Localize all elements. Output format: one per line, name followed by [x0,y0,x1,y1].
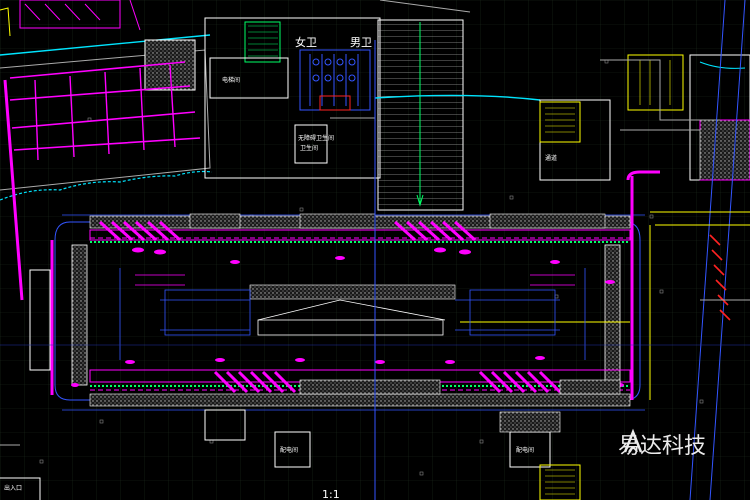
label-room-5: 通道 [545,154,557,162]
label-corner: 出入口 [4,484,22,492]
yida-logo-icon [623,428,643,453]
label-scale: 1:1 [322,488,340,500]
label-room-4: 配电间 [280,446,298,454]
watermark: 易达科技 [618,428,706,460]
main-stair [377,0,471,211]
label-women-wc: 女卫 [295,35,317,49]
label-men-wc: 男卫 [350,36,372,49]
label-room-6: 配电间 [516,446,534,454]
cad-drawing: 女卫 男卫 电梯间 无障碍卫生间 卫生间 配电间 通道 配电间 出入口 1:1 … [0,0,750,500]
label-room-2: 无障碍卫生间 [298,134,334,142]
label-room-1: 电梯间 [222,76,240,84]
label-room-3: 卫生间 [300,144,318,152]
cad-canvas: 女卫 男卫 电梯间 无障碍卫生间 卫生间 配电间 通道 配电间 出入口 1:1 [0,0,750,500]
